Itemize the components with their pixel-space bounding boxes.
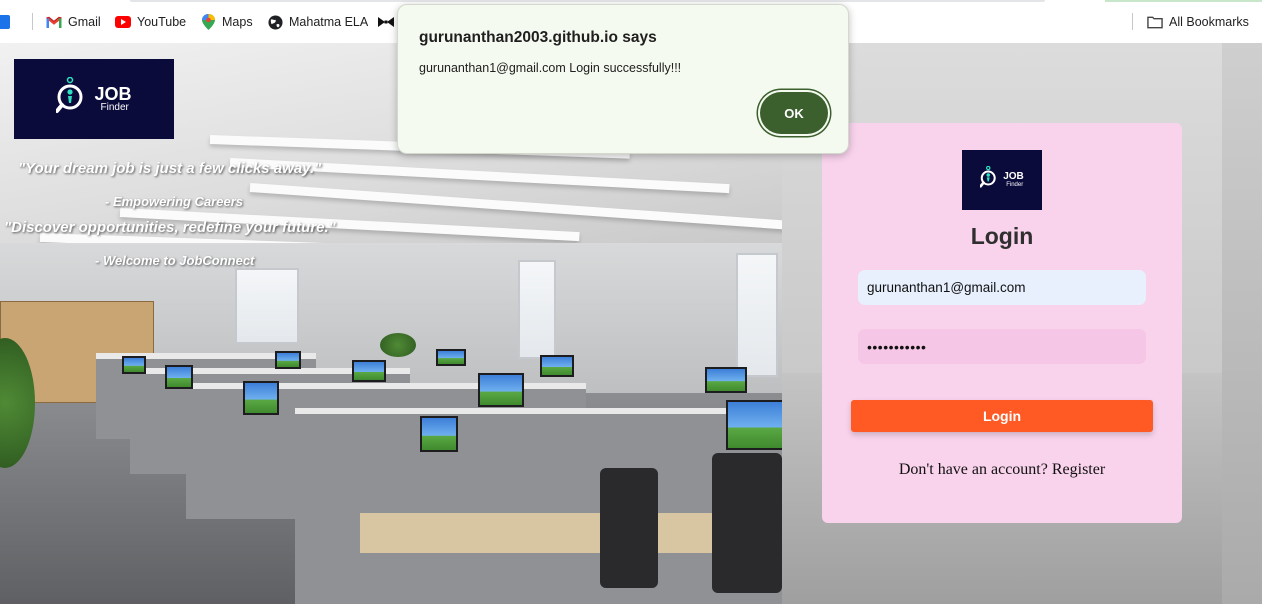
card-logo: JOB Finder bbox=[962, 150, 1042, 210]
youtube-icon bbox=[115, 14, 131, 30]
job-finder-logo: JOB Finder bbox=[14, 59, 174, 139]
monitor bbox=[705, 367, 747, 393]
all-bookmarks-label: All Bookmarks bbox=[1169, 15, 1249, 29]
monitor bbox=[165, 365, 193, 389]
monitor bbox=[243, 381, 279, 415]
window bbox=[736, 253, 778, 377]
monitor bbox=[352, 360, 386, 382]
bookmark-label: Gmail bbox=[68, 15, 101, 29]
register-link[interactable]: Register bbox=[1052, 461, 1105, 478]
register-prompt-text: Don't have an account? bbox=[898, 461, 1048, 478]
gmail-icon bbox=[46, 14, 62, 30]
office-chair bbox=[600, 468, 658, 588]
dialog-title: gurunanthan2003.github.io says bbox=[419, 29, 657, 46]
logo-line2: Finder bbox=[100, 102, 129, 113]
monitor bbox=[436, 349, 466, 366]
extension-edge bbox=[1105, 0, 1262, 2]
logo-wordmark: JOB Finder bbox=[1003, 171, 1024, 189]
ok-button[interactable]: OK bbox=[760, 92, 828, 134]
wall bbox=[1222, 43, 1262, 604]
dialog-message: gurunanthan1@gmail.com Login successfull… bbox=[419, 61, 682, 75]
logo-wordmark: JOB Finder bbox=[94, 85, 131, 113]
bookmarks-separator bbox=[32, 13, 33, 30]
hero-quote-1: "Your dream job is just a few clicks awa… bbox=[18, 160, 322, 177]
login-card: JOB Finder Login gurunanthan1@gmail.com … bbox=[822, 123, 1182, 523]
office-chair bbox=[712, 453, 782, 593]
apps-icon[interactable] bbox=[0, 15, 10, 29]
logo-line2: Finder bbox=[1006, 182, 1024, 188]
bookmark-maps[interactable]: Maps bbox=[200, 13, 253, 31]
login-button[interactable]: Login bbox=[851, 400, 1153, 432]
email-input[interactable]: gurunanthan1@gmail.com bbox=[858, 270, 1146, 305]
monitor bbox=[122, 356, 146, 374]
bow-icon bbox=[378, 14, 394, 30]
monitor bbox=[420, 416, 458, 452]
maps-icon bbox=[200, 14, 216, 30]
magnifier-icon bbox=[979, 165, 1000, 195]
monitor bbox=[478, 373, 524, 407]
bookmark-label: Mahatma ELA bbox=[289, 15, 369, 29]
bookmark-mahatma-ela[interactable]: Mahatma ELA bbox=[267, 13, 368, 31]
bookmark-bow[interactable] bbox=[378, 13, 394, 31]
window bbox=[235, 268, 299, 344]
monitor bbox=[275, 351, 301, 369]
alert-dialog: gurunanthan2003.github.io says gurunanth… bbox=[397, 4, 849, 154]
hero-quote-2: "Discover opportunities, redefine your f… bbox=[4, 219, 336, 236]
monitor bbox=[726, 400, 782, 450]
register-prompt: Don't have an account? Register bbox=[822, 461, 1182, 479]
login-title: Login bbox=[970, 223, 1034, 249]
folder-icon bbox=[1147, 14, 1163, 30]
bookmark-label: Maps bbox=[222, 15, 253, 29]
window bbox=[518, 260, 556, 359]
globe-icon bbox=[267, 14, 283, 30]
bookmark-gmail[interactable]: Gmail bbox=[46, 13, 101, 31]
logo-line1: JOB bbox=[94, 84, 132, 104]
bookmark-youtube[interactable]: YouTube bbox=[115, 13, 186, 31]
hero-attribution-2: - Welcome to JobConnect bbox=[95, 253, 255, 268]
bookmark-label: YouTube bbox=[137, 15, 187, 29]
password-input[interactable]: ••••••••••• bbox=[858, 329, 1146, 364]
bookmarks-separator bbox=[1132, 13, 1133, 30]
address-bar-edge bbox=[130, 0, 1045, 2]
all-bookmarks-button[interactable]: All Bookmarks bbox=[1147, 13, 1249, 31]
magnifier-icon bbox=[55, 76, 90, 122]
plant bbox=[380, 333, 416, 357]
logo-line1: JOB bbox=[1003, 171, 1024, 182]
monitor bbox=[540, 355, 574, 377]
hero-attribution-1: - Empowering Careers bbox=[105, 194, 243, 209]
cubicle bbox=[295, 408, 782, 604]
